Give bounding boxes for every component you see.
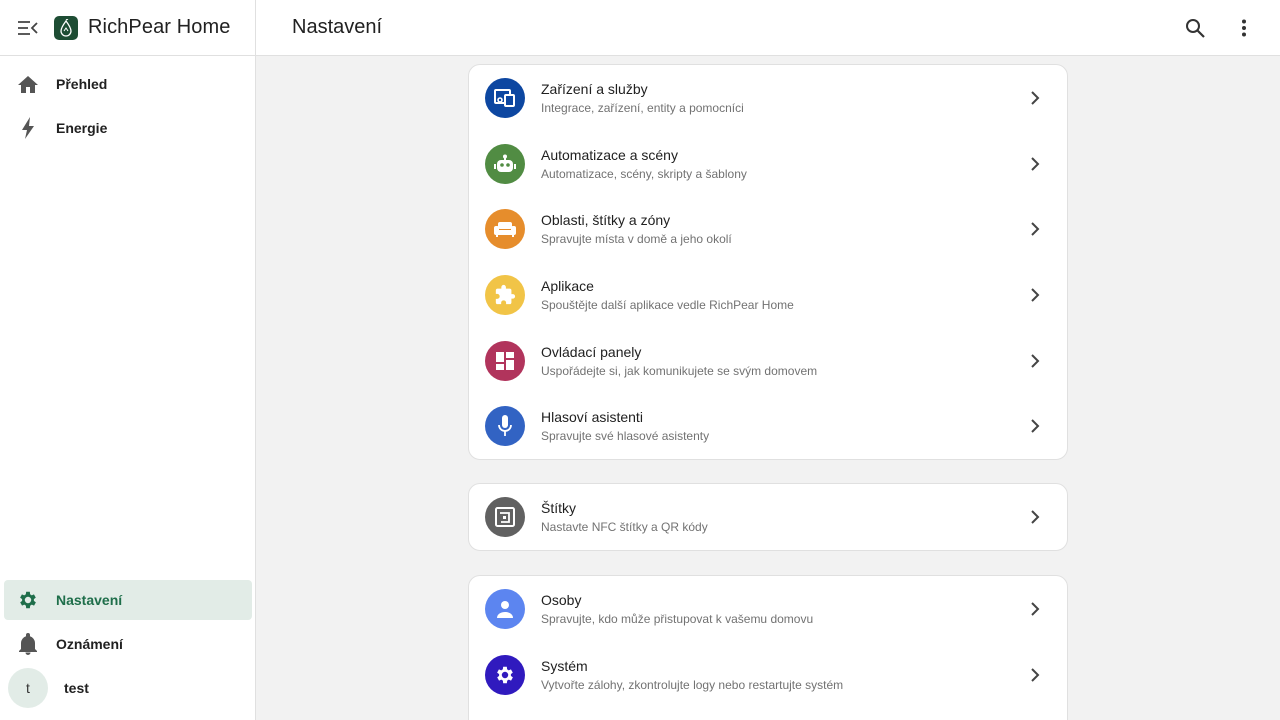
chevron-right-icon xyxy=(1023,86,1047,110)
row-title: Systém xyxy=(541,657,588,674)
menu-collapse-icon[interactable] xyxy=(16,16,40,40)
chevron-right-icon xyxy=(1023,152,1047,176)
settings-card-people-system: Osoby Spravujte, kdo může přistupovat k … xyxy=(468,575,1068,720)
microphone-icon xyxy=(485,406,525,447)
row-subtitle: Spravujte místa v domě a jeho okolí xyxy=(541,232,732,247)
gear-icon xyxy=(16,588,40,612)
more-vert-icon[interactable] xyxy=(1232,16,1256,40)
chevron-right-icon xyxy=(1023,505,1047,529)
chevron-right-icon xyxy=(1023,349,1047,373)
settings-row-areas[interactable]: Oblasti, štítky a zóny Spravujte místa v… xyxy=(469,196,1067,262)
row-title: Hlasoví asistenti xyxy=(541,409,643,426)
lightning-icon xyxy=(16,116,40,140)
sidebar: RichPear Home Přehled Energie Nastavení … xyxy=(0,0,256,720)
settings-card-tags: Štítky Nastavte NFC štítky a QR kódy xyxy=(468,483,1068,551)
avatar: t xyxy=(8,668,48,708)
row-subtitle: Spouštějte další aplikace vedle RichPear… xyxy=(541,297,794,312)
settings-row-people[interactable]: Osoby Spravujte, kdo může přistupovat k … xyxy=(469,576,1067,642)
robot-icon xyxy=(485,143,525,184)
row-subtitle: Nastavte NFC štítky a QR kódy xyxy=(541,519,708,534)
settings-row-apps[interactable]: Aplikace Spouštějte další aplikace vedle… xyxy=(469,262,1067,328)
row-title: Osoby xyxy=(541,591,582,608)
row-subtitle: Uspořádejte si, jak komunikujete se svým… xyxy=(541,363,818,378)
sidebar-item-prehled[interactable]: Přehled xyxy=(4,64,252,104)
sidebar-item-label: Přehled xyxy=(56,76,108,92)
top-bar: Nastavení xyxy=(256,0,1280,56)
row-subtitle: Integrace, zařízení, entity a pomocníci xyxy=(541,100,744,115)
app-logo xyxy=(54,15,78,40)
dashboard-icon xyxy=(485,340,525,381)
system-gear-icon xyxy=(485,654,525,695)
settings-row-system[interactable]: Systém Vytvořte zálohy, zkontrolujte log… xyxy=(469,642,1067,708)
home-icon xyxy=(16,72,40,96)
settings-row-voice[interactable]: Hlasoví asistenti Spravujte své hlasové … xyxy=(469,393,1067,459)
row-subtitle: Spravujte své hlasové asistenty xyxy=(541,429,710,444)
app-title: RichPear Home xyxy=(88,16,231,38)
settings-row-dashboards[interactable]: Ovládací panely Uspořádejte si, jak komu… xyxy=(469,328,1067,394)
sidebar-item-label: Energie xyxy=(56,120,108,136)
chevron-right-icon xyxy=(1023,414,1047,438)
row-title: Oblasti, štítky a zóny xyxy=(541,212,671,229)
settings-row-automations[interactable]: Automatizace a scény Automatizace, scény… xyxy=(469,131,1067,197)
chevron-right-icon xyxy=(1023,663,1047,687)
settings-card-main: Zařízení a služby Integrace, zařízení, e… xyxy=(468,64,1068,461)
user-name: test xyxy=(64,680,89,696)
chevron-right-icon xyxy=(1023,597,1047,621)
settings-row-devices[interactable]: Zařízení a služby Integrace, zařízení, e… xyxy=(469,65,1067,131)
search-icon[interactable] xyxy=(1183,16,1207,40)
puzzle-icon xyxy=(485,274,525,315)
row-subtitle: Automatizace, scény, skripty a šablony xyxy=(541,166,747,181)
sidebar-item-energie[interactable]: Energie xyxy=(4,108,252,148)
devices-icon xyxy=(485,77,525,118)
bell-icon xyxy=(16,632,40,656)
sidebar-item-label: Oznámení xyxy=(56,636,123,652)
page-title: Nastavení xyxy=(292,16,383,38)
row-title: Aplikace xyxy=(541,277,594,294)
person-icon xyxy=(485,588,525,629)
row-title: Zařízení a služby xyxy=(541,80,648,97)
row-title: Štítky xyxy=(541,499,577,516)
sidebar-header: RichPear Home xyxy=(0,0,255,56)
sidebar-item-oznameni[interactable]: Oznámení xyxy=(4,624,252,664)
settings-row-tags[interactable]: Štítky Nastavte NFC štítky a QR kódy xyxy=(469,484,1067,550)
sidebar-user[interactable]: t test xyxy=(4,668,252,708)
row-title: Automatizace a scény xyxy=(541,146,678,163)
row-title: Ovládací panely xyxy=(541,343,642,360)
row-subtitle: Spravujte, kdo může přistupovat k vašemu… xyxy=(541,611,814,626)
chevron-right-icon xyxy=(1023,217,1047,241)
row-subtitle: Vytvořte zálohy, zkontrolujte logy nebo … xyxy=(541,677,844,692)
nfc-icon xyxy=(485,496,525,537)
sofa-icon xyxy=(485,209,525,250)
sidebar-item-label: Nastavení xyxy=(56,592,123,608)
chevron-right-icon xyxy=(1023,283,1047,307)
sidebar-item-nastaveni[interactable]: Nastavení xyxy=(4,580,252,620)
